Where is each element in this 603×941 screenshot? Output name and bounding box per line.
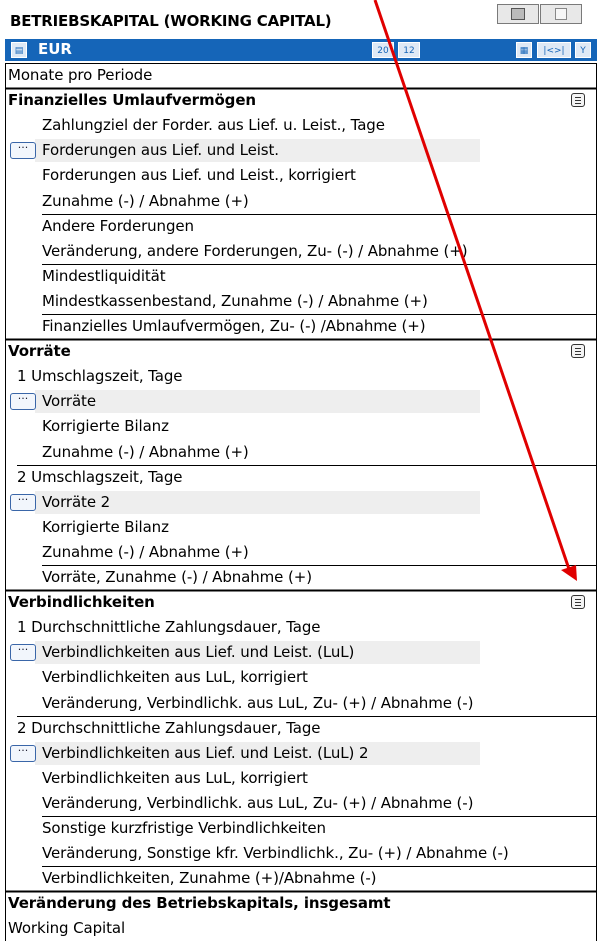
row-label: Vorräte, Zunahme (-) / Abnahme (+) (42, 568, 312, 586)
table-row[interactable]: Veränderung, Verbindlichk. aus LuL, Zu- … (5, 791, 597, 816)
row-label: Monate pro Periode (8, 66, 153, 84)
table-row[interactable]: Andere Forderungen (5, 214, 597, 239)
table-row[interactable]: Zunahme (-) / Abnahme (+) (5, 440, 597, 465)
table-row[interactable]: Working Capital (5, 916, 597, 941)
table-row[interactable]: 1 Umschlagszeit, Tage (5, 364, 597, 389)
table-row[interactable]: Mindestliquidität (5, 264, 597, 289)
table-row[interactable]: Verbindlichkeiten aus LuL, korrigiert (5, 665, 597, 690)
row-label: Zunahme (-) / Abnahme (+) (42, 542, 249, 561)
table-row[interactable]: ··· Verbindlichkeiten aus Lief. und Leist… (5, 640, 597, 665)
table-row[interactable]: Zunahme (-) / Abnahme (+) (5, 189, 597, 214)
calendar-icon[interactable]: 20 (372, 42, 394, 58)
row-label: Veränderung, Verbindlichk. aus LuL, Zu- … (42, 793, 474, 812)
table-row[interactable]: ··· Vorräte (5, 389, 597, 414)
table-row[interactable]: Finanzielles Umlaufvermögen, Zu- (-) /Ab… (5, 314, 597, 339)
row-label: Verbindlichkeiten aus Lief. und Leist. (… (42, 643, 355, 662)
details-button[interactable]: ··· (10, 393, 36, 411)
row-label: Verbindlichkeiten aus Lief. und Leist. (… (42, 743, 369, 762)
table-row[interactable]: ··· Forderungen aus Lief. und Leist. (5, 138, 597, 163)
row-highlight (35, 390, 480, 414)
row-label: Korrigierte Bilanz (42, 417, 169, 436)
details-button[interactable]: ··· (10, 644, 36, 662)
row-label: Veränderung, andere Forderungen, Zu- (-)… (42, 241, 468, 260)
table-row[interactable]: Sonstige kurzfristige Verbindlichkeiten (5, 816, 597, 841)
row-label: Mindestkassenbestand, Zunahme (-) / Abna… (42, 291, 428, 310)
table-row[interactable]: Mindestkassenbestand, Zunahme (-) / Abna… (5, 289, 597, 314)
section-header-row[interactable]: Veränderung des Betriebskapitals, insges… (5, 891, 597, 916)
table-row[interactable]: Veränderung, Verbindlichk. aus LuL, Zu- … (5, 691, 597, 716)
window-button[interactable] (540, 4, 582, 24)
row-label: Mindestliquidität (42, 266, 166, 285)
table-row[interactable]: 2 Durchschnittliche Zahlungsdauer, Tage (5, 716, 597, 741)
row-label: Verbindlichkeiten aus LuL, korrigiert (42, 768, 308, 787)
camera-button[interactable] (497, 4, 539, 24)
table-row[interactable]: Forderungen aus Lief. und Leist., korrig… (5, 163, 597, 188)
row-label: Verbindlichkeiten (8, 593, 155, 612)
details-button[interactable]: ··· (10, 142, 36, 160)
camera-icon (511, 8, 525, 20)
view-icon[interactable]: ▦ (516, 42, 532, 58)
table-row[interactable]: Korrigierte Bilanz (5, 414, 597, 439)
working-capital-grid: Monate pro Periode Finanzielles Umlaufver… (5, 63, 597, 941)
row-label: 1 Durchschnittliche Zahlungsdauer, Tage (17, 618, 321, 637)
row-label: Sonstige kurzfristige Verbindlichkeiten (42, 819, 326, 837)
table-row[interactable]: ··· Vorräte 2 (5, 490, 597, 515)
table-row[interactable]: Korrigierte Bilanz (5, 515, 597, 540)
table-row[interactable]: Monate pro Periode (5, 63, 597, 88)
row-label: Veränderung, Sonstige kfr. Verbindlichk.… (42, 844, 509, 863)
window-icon (555, 8, 567, 20)
row-label: Andere Forderungen (42, 216, 194, 235)
row-label: Vorräte 2 (42, 492, 111, 511)
table-row[interactable]: 1 Durchschnittliche Zahlungsdauer, Tage (5, 615, 597, 640)
currency-label: EUR (38, 40, 72, 58)
row-label: Zahlungziel der Forder. aus Lief. u. Lei… (42, 116, 385, 135)
row-label: Vorräte (42, 392, 96, 411)
section-header-row[interactable]: Verbindlichkeiten (5, 590, 597, 615)
table-icon[interactable]: ▤ (11, 42, 27, 58)
row-label: 2 Durchschnittliche Zahlungsdauer, Tage (17, 718, 321, 737)
row-label: Veränderung des Betriebskapitals, insges… (8, 894, 391, 913)
page-title: BETRIEBSKAPITAL (WORKING CAPITAL) (10, 12, 332, 30)
navigate-icon[interactable]: |<>| (537, 42, 571, 58)
date-icon[interactable]: 12 (398, 42, 420, 58)
row-label: Vorräte (8, 342, 71, 361)
section-menu-icon[interactable] (571, 93, 585, 108)
table-row[interactable]: Zunahme (-) / Abnahme (+) (5, 540, 597, 565)
table-row[interactable]: 2 Umschlagszeit, Tage (5, 465, 597, 490)
row-label: Finanzielles Umlaufvermögen, Zu- (-) /Ab… (42, 317, 426, 335)
row-label: Zunahme (-) / Abnahme (+) (42, 442, 249, 461)
row-label: 2 Umschlagszeit, Tage (17, 467, 183, 486)
row-label: Working Capital (8, 919, 126, 938)
row-label: Forderungen aus Lief. und Leist., korrig… (42, 166, 356, 185)
table-row[interactable]: ··· Verbindlichkeiten aus Lief. und Leist… (5, 741, 597, 766)
row-label: Forderungen aus Lief. und Leist. (42, 141, 279, 160)
section-menu-icon[interactable] (571, 344, 585, 359)
table-row[interactable]: Verbindlichkeiten aus LuL, korrigiert (5, 766, 597, 791)
section-menu-icon[interactable] (571, 595, 585, 610)
section-header-row[interactable]: Vorräte (5, 339, 597, 364)
row-label: Verbindlichkeiten, Zunahme (+)/Abnahme (… (42, 869, 377, 888)
details-button[interactable]: ··· (10, 493, 36, 511)
table-row[interactable]: Veränderung, andere Forderungen, Zu- (-)… (5, 239, 597, 264)
section-header-row[interactable]: Finanzielles Umlaufvermögen (5, 88, 597, 113)
row-label: 1 Umschlagszeit, Tage (17, 367, 183, 386)
table-row[interactable]: Veränderung, Sonstige kfr. Verbindlichk.… (5, 841, 597, 866)
details-button[interactable]: ··· (10, 744, 36, 762)
filter-icon[interactable]: Y (575, 42, 591, 58)
row-label: Verbindlichkeiten aus LuL, korrigiert (42, 668, 308, 687)
row-label: Veränderung, Verbindlichk. aus LuL, Zu- … (42, 693, 474, 712)
table-row[interactable]: Vorräte, Zunahme (-) / Abnahme (+) (5, 565, 597, 590)
table-row[interactable]: Verbindlichkeiten, Zunahme (+)/Abnahme (… (5, 866, 597, 891)
row-label: Korrigierte Bilanz (42, 517, 169, 536)
table-row[interactable]: Zahlungziel der Forder. aus Lief. u. Lei… (5, 113, 597, 138)
header-bar: ▤ EUR 20 12 ▦ |<>| Y (5, 39, 597, 61)
row-label: Zunahme (-) / Abnahme (+) (42, 191, 249, 210)
row-label: Finanzielles Umlaufvermögen (8, 91, 256, 110)
